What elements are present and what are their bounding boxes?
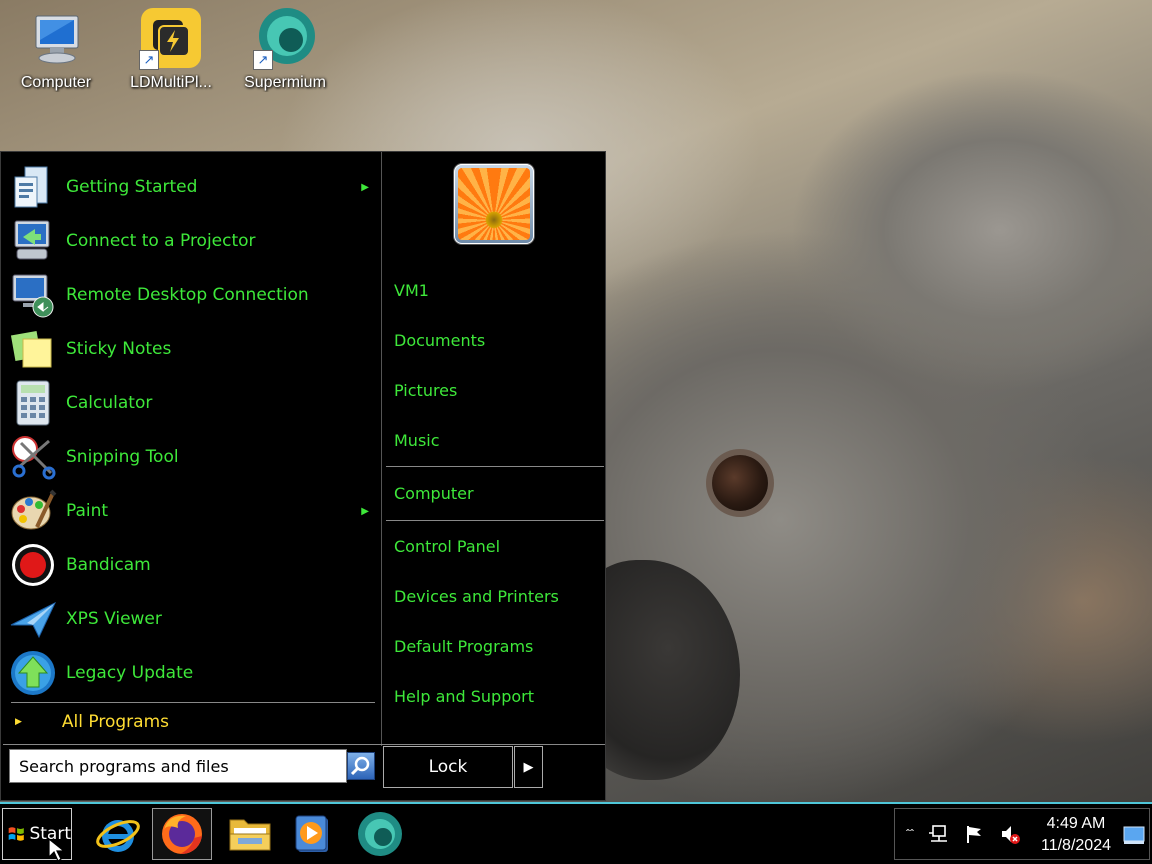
clock-date: 11/8/2024 xyxy=(1041,837,1111,854)
program-label: XPS Viewer xyxy=(66,609,162,629)
supermium-icon xyxy=(358,812,402,856)
right-item-devices-printers[interactable]: Devices and Printers xyxy=(394,587,559,606)
paint-icon xyxy=(9,487,57,535)
programs-separator xyxy=(11,702,375,703)
flower-picture-icon xyxy=(458,168,530,240)
right-item-documents[interactable]: Documents xyxy=(394,331,485,350)
program-xps-viewer[interactable]: XPS Viewer xyxy=(9,592,375,646)
action-center-flag-icon[interactable] xyxy=(963,823,985,845)
remote-desktop-icon xyxy=(9,271,57,319)
triangle-right-icon: ▶ xyxy=(523,759,534,774)
legacy-update-icon xyxy=(9,649,57,697)
show-hidden-icons-chevron-icon[interactable]: ˆˆ xyxy=(899,823,921,845)
taskbar-media-player[interactable] xyxy=(282,808,342,860)
right-item-user[interactable]: VM1 xyxy=(394,281,429,300)
media-player-icon xyxy=(295,815,328,852)
koala-eye xyxy=(712,455,768,511)
program-label: Sticky Notes xyxy=(66,339,172,359)
program-label: Paint xyxy=(66,501,109,521)
submenu-arrow-icon: ▶ xyxy=(361,505,369,517)
right-item-help-support[interactable]: Help and Support xyxy=(394,687,534,706)
program-label: Bandicam xyxy=(66,555,151,575)
bandicam-icon xyxy=(9,541,57,589)
desktop-icon-label: LDMultiPl... xyxy=(130,74,212,91)
snipping-tool-icon xyxy=(9,433,57,481)
xps-viewer-icon xyxy=(9,595,57,643)
program-getting-started[interactable]: Getting Started ▶ xyxy=(9,160,375,214)
submenu-arrow-icon: ▶ xyxy=(361,181,369,193)
firefox-icon xyxy=(162,814,202,854)
calculator-icon xyxy=(9,379,57,427)
right-item-pictures[interactable]: Pictures xyxy=(394,381,457,400)
desktop-icon-label: Computer xyxy=(20,74,92,91)
system-tray: ˆˆ 4:49 AM 11/8/2024 xyxy=(894,808,1150,860)
right-item-music[interactable]: Music xyxy=(394,431,440,450)
program-label: Getting Started xyxy=(66,177,198,197)
search-icon xyxy=(350,756,370,776)
program-label: Connect to a Projector xyxy=(66,231,256,251)
desktop-icon-supermium[interactable]: ↗ Supermium xyxy=(235,6,335,92)
all-programs-label: All Programs xyxy=(61,712,169,732)
computer-icon xyxy=(24,6,88,70)
taskbar-supermium[interactable] xyxy=(350,808,410,860)
projector-icon xyxy=(9,217,57,265)
program-connect-projector[interactable]: Connect to a Projector xyxy=(9,214,375,268)
internet-explorer-icon xyxy=(96,820,140,852)
right-separator xyxy=(386,466,604,467)
show-desktop-icon[interactable] xyxy=(1123,825,1145,847)
start-menu-programs: Getting Started ▶ Connect to a Projector… xyxy=(3,154,379,744)
mouse-cursor-icon xyxy=(48,837,66,862)
program-label: Calculator xyxy=(66,393,153,413)
clock[interactable]: 4:49 AM 11/8/2024 xyxy=(1031,813,1121,857)
search-input[interactable]: Search programs and files xyxy=(9,749,347,783)
triangle-right-icon: ▶ xyxy=(15,717,22,727)
program-label: Legacy Update xyxy=(66,663,194,683)
supermium-icon: ↗ xyxy=(253,6,317,70)
program-label: Snipping Tool xyxy=(66,447,179,467)
volume-muted-icon[interactable] xyxy=(999,823,1021,845)
desktop-icon-ldmultiplayer[interactable]: ↗ LDMultiPl... xyxy=(121,6,221,92)
program-paint[interactable]: Paint ▶ xyxy=(9,484,375,538)
right-separator xyxy=(386,520,604,521)
shortcut-arrow-icon: ↗ xyxy=(253,50,273,70)
right-item-computer[interactable]: Computer xyxy=(394,484,474,503)
taskbar-file-explorer[interactable] xyxy=(220,808,280,860)
shortcut-arrow-icon: ↗ xyxy=(139,50,159,70)
right-item-control-panel[interactable]: Control Panel xyxy=(394,537,500,556)
right-item-default-programs[interactable]: Default Programs xyxy=(394,637,533,656)
search-button[interactable] xyxy=(347,752,375,780)
lock-label: Lock xyxy=(428,757,468,777)
network-icon[interactable] xyxy=(927,823,949,845)
sticky-notes-icon xyxy=(9,325,57,373)
program-snipping-tool[interactable]: Snipping Tool xyxy=(9,430,375,484)
lock-button[interactable]: Lock xyxy=(383,746,513,788)
getting-started-icon xyxy=(9,163,57,211)
user-avatar[interactable] xyxy=(454,164,534,244)
start-menu-right-pane: VM1 Documents Pictures Music Computer Co… xyxy=(381,152,606,746)
clock-time: 4:49 AM xyxy=(1046,815,1106,832)
taskbar: Start ˆˆ 4:49 AM 11/8/2024 xyxy=(0,802,1152,864)
taskbar-firefox[interactable] xyxy=(152,808,212,860)
program-legacy-update[interactable]: Legacy Update xyxy=(9,646,375,700)
windows-logo-icon xyxy=(8,827,24,841)
ldmultiplayer-icon: ↗ xyxy=(139,6,203,70)
desktop-icon-label: Supermium xyxy=(244,74,326,91)
program-label: Remote Desktop Connection xyxy=(66,285,309,305)
program-calculator[interactable]: Calculator xyxy=(9,376,375,430)
search-placeholder: Search programs and files xyxy=(19,756,229,776)
program-sticky-notes[interactable]: Sticky Notes xyxy=(9,322,375,376)
file-explorer-icon xyxy=(229,819,271,851)
program-remote-desktop[interactable]: Remote Desktop Connection xyxy=(9,268,375,322)
program-bandicam[interactable]: Bandicam xyxy=(9,538,375,592)
desktop-icon-computer[interactable]: Computer xyxy=(6,6,106,92)
taskbar-internet-explorer[interactable] xyxy=(88,808,148,860)
start-menu: Getting Started ▶ Connect to a Projector… xyxy=(0,151,606,801)
start-button[interactable]: Start xyxy=(2,808,72,862)
shutdown-options-button[interactable]: ▶ xyxy=(514,746,543,788)
bottom-separator xyxy=(3,744,605,745)
all-programs-button[interactable]: ▶ All Programs xyxy=(15,712,169,732)
